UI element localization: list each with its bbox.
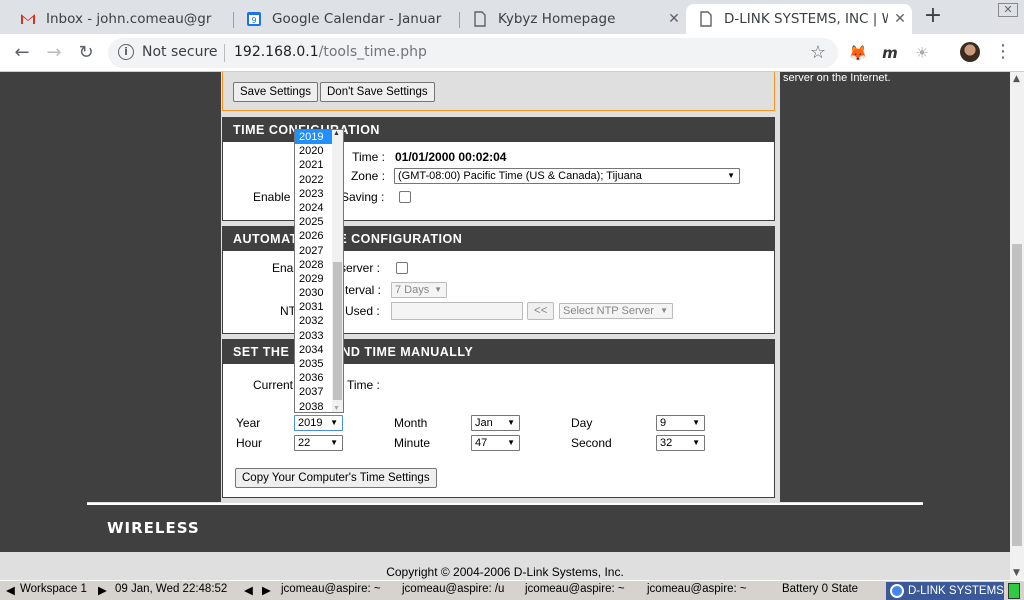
interval-select[interactable]: 7 Days ▼: [391, 282, 447, 298]
new-tab-button[interactable]: +: [922, 5, 944, 28]
year-select[interactable]: 2019 ▼: [294, 415, 343, 431]
bookmark-star-icon[interactable]: ☆: [810, 42, 826, 63]
omnibox-divider: [224, 44, 225, 62]
workspace-next-icon[interactable]: ▶: [98, 583, 107, 597]
document-icon: [474, 11, 486, 27]
time-zone-select[interactable]: (GMT-08:00) Pacific Time (US & Canada); …: [394, 168, 740, 184]
scroll-up-icon[interactable]: ▲: [333, 130, 340, 137]
save-settings-button[interactable]: Save Settings: [233, 82, 318, 102]
year-dropdown-list[interactable]: 2019 2020 2021 2022 2023 2024 2025 2026 2027 2028…: [294, 129, 344, 413]
tab-strip: Inbox - john.comeau@gr 9 Google Calendar…: [0, 0, 1024, 34]
current-time-label: Time :: [352, 150, 385, 164]
ntp-label-right: Used :: [345, 304, 380, 318]
dst-label-right: Saving :: [341, 190, 385, 204]
dropdown-scroll-thumb[interactable]: [333, 262, 342, 400]
tab-calendar[interactable]: 9 Google Calendar - Januar: [234, 4, 460, 34]
tab-gmail[interactable]: Inbox - john.comeau@gr: [8, 4, 234, 34]
url-text[interactable]: 192.168.0.1/tools_time.php: [234, 44, 427, 60]
tab-title: D-LINK SYSTEMS, INC | W: [724, 11, 888, 27]
close-icon[interactable]: ✕: [662, 11, 686, 27]
task-prev-icon[interactable]: ◀: [244, 583, 253, 597]
ntp-server-select[interactable]: Select NTP Server ▼: [559, 303, 673, 319]
calendar-icon: 9: [247, 12, 261, 26]
router-page: server on the Internet. Save Settings Do…: [87, 72, 923, 552]
second-select[interactable]: 32 ▼: [656, 435, 705, 451]
metamask-icon[interactable]: 🦊: [848, 43, 868, 63]
security-label: Not secure: [142, 44, 218, 60]
tab-title: Google Calendar - Januar: [272, 11, 442, 27]
month-label: Month: [394, 416, 428, 430]
taskbar-item[interactable]: jcomeau@aspire: /u: [402, 583, 504, 595]
taskbar-item[interactable]: jcomeau@aspire: ~: [281, 583, 381, 595]
day-select[interactable]: 9 ▼: [656, 415, 705, 431]
enable-ntp-checkbox[interactable]: [396, 262, 408, 274]
left-column: [87, 72, 221, 502]
info-icon[interactable]: i: [118, 44, 134, 60]
battery-status: Battery 0 State: [782, 583, 859, 595]
scroll-down-icon[interactable]: ▼: [333, 405, 340, 412]
minute-select[interactable]: 47 ▼: [471, 435, 520, 451]
gmail-icon: [21, 14, 35, 24]
footer-bar: WIRELESS: [87, 503, 923, 552]
daylight-saving-checkbox[interactable]: [399, 191, 411, 203]
minute-label: Minute: [394, 436, 431, 450]
help-text: server on the Internet.: [783, 72, 891, 84]
save-bar: Save Settings Don't Save Settings: [222, 72, 775, 111]
taskbar-clock: 09 Jan, Wed 22:48:52: [115, 583, 228, 595]
wireless-logo: WIRELESS: [107, 519, 200, 537]
scroll-thumb[interactable]: [1012, 244, 1022, 546]
document-icon: [700, 11, 712, 27]
back-icon[interactable]: ←: [10, 41, 34, 65]
tab-kybyz[interactable]: Kybyz Homepage ✕: [460, 4, 686, 34]
scroll-up-icon[interactable]: ▲: [1013, 74, 1020, 84]
forward-icon[interactable]: →: [42, 41, 66, 65]
enable-ntp-label-right: server :: [340, 261, 381, 275]
year-label: Year: [236, 416, 261, 430]
menu-dots-icon[interactable]: ⋮: [994, 41, 1012, 63]
address-bar[interactable]: i Not secure 192.168.0.1/tools_time.php …: [108, 38, 838, 68]
taskbar-item[interactable]: jcomeau@aspire: ~: [525, 583, 625, 595]
close-icon[interactable]: ✕: [888, 11, 912, 27]
taskbar-active-item[interactable]: D-LINK SYSTEMS: [886, 582, 1004, 600]
second-label: Second: [571, 436, 612, 450]
tab-title: Inbox - john.comeau@gr: [46, 11, 212, 27]
current-time-label-left: Current: [253, 378, 294, 392]
page-viewport: server on the Internet. Save Settings Do…: [0, 72, 1010, 580]
copy-computer-time-button[interactable]: Copy Your Computer's Time Settings: [235, 468, 437, 488]
dst-label-left: Enable: [253, 190, 291, 204]
profile-avatar[interactable]: [960, 42, 980, 62]
day-label: Day: [571, 416, 593, 430]
dont-save-settings-button[interactable]: Don't Save Settings: [320, 82, 435, 102]
window-close-icon[interactable]: ✕: [998, 3, 1018, 17]
current-time-value: 01/01/2000 00:02:04: [395, 150, 507, 164]
task-next-icon[interactable]: ▶: [262, 583, 271, 597]
extension-m-icon[interactable]: m: [880, 43, 900, 63]
ntp-arrow-button[interactable]: <<: [527, 302, 555, 320]
system-taskbar: ◀ Workspace 1 ▶ 09 Jan, Wed 22:48:52 ◀ ▶…: [0, 580, 1024, 600]
tab-title: Kybyz Homepage: [498, 11, 616, 27]
month-select[interactable]: Jan ▼: [471, 415, 520, 431]
tab-dlink[interactable]: D-LINK SYSTEMS, INC | W ✕: [686, 4, 912, 34]
current-time-label-right: Time :: [347, 378, 380, 392]
dropdown-scrollbar[interactable]: ▲ ▼: [332, 130, 343, 412]
hour-label: Hour: [236, 436, 263, 450]
svg-text:9: 9: [251, 16, 256, 25]
taskbar-item[interactable]: jcomeau@aspire: ~: [647, 583, 747, 595]
extension-sun-icon[interactable]: ☀: [912, 43, 932, 63]
battery-icon: [1008, 583, 1020, 599]
hour-select[interactable]: 22 ▼: [294, 435, 343, 451]
reload-icon[interactable]: ↻: [74, 41, 98, 65]
workspace-prev-icon[interactable]: ◀: [6, 583, 15, 597]
chrome-icon: [890, 584, 904, 598]
copyright-text: Copyright © 2004-2006 D-Link Systems, In…: [386, 565, 624, 579]
page-scrollbar[interactable]: ▲ ▼: [1010, 72, 1024, 580]
ntp-server-input[interactable]: [391, 302, 523, 320]
scroll-down-icon[interactable]: ▼: [1013, 568, 1020, 578]
right-help-column: server on the Internet.: [780, 72, 923, 502]
workspace-label[interactable]: Workspace 1: [20, 583, 87, 595]
browser-toolbar: ← → ↻ i Not secure 192.168.0.1/tools_tim…: [0, 34, 1024, 72]
